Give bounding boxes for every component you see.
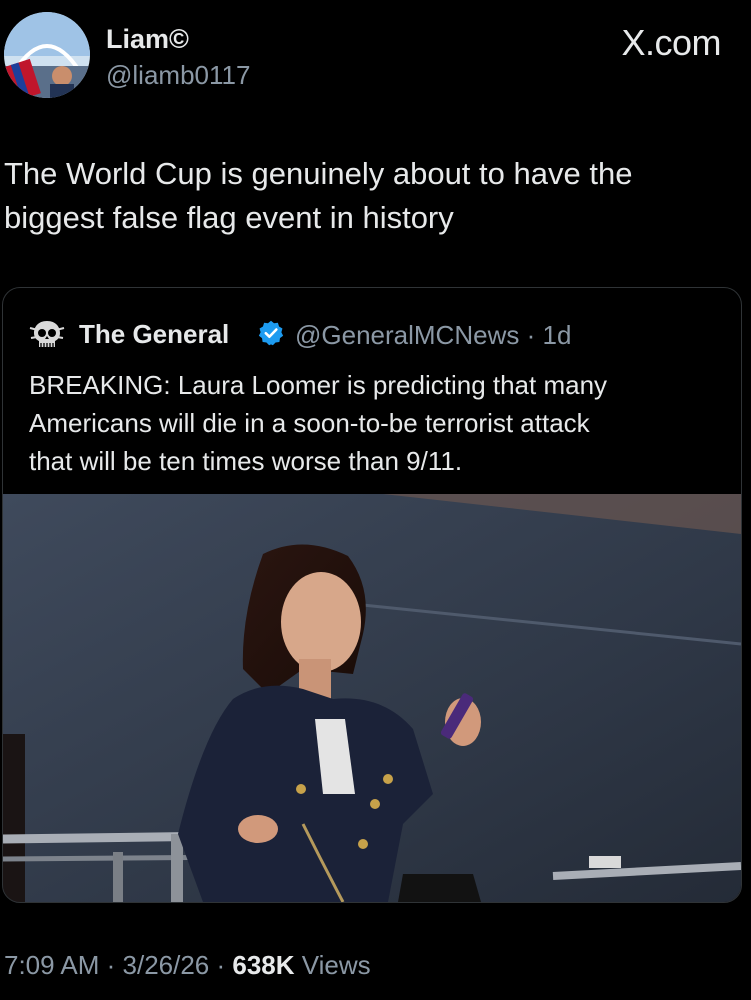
- verified-badge-icon: [257, 319, 285, 347]
- separator-dot: ·: [209, 950, 233, 980]
- quoted-text-line: BREAKING: Laura Loomer is predicting tha…: [29, 370, 608, 400]
- tweet-text: The World Cup is genuinely about to have…: [4, 152, 724, 240]
- tweet-text-line: The World Cup is genuinely about to have…: [4, 156, 633, 191]
- author-name[interactable]: Liam©: [106, 24, 189, 55]
- post-age[interactable]: 1d: [542, 320, 571, 350]
- views-label: Views: [294, 950, 371, 980]
- post-date[interactable]: 3/26/26: [123, 950, 210, 980]
- quoted-media-image[interactable]: [3, 494, 741, 902]
- quoted-text-line: that will be ten times worse than 9/11.: [29, 446, 463, 476]
- author-handle[interactable]: @liamb0117: [106, 60, 250, 91]
- tweet-text-line: biggest false flag event in history: [4, 200, 454, 235]
- quoted-author-name[interactable]: The General: [79, 319, 229, 350]
- avatar-image: [4, 12, 90, 98]
- brand-label: X.com: [621, 22, 721, 63]
- quoted-author-handle[interactable]: @GeneralMCNews: [295, 320, 519, 350]
- post-meta: 7:09 AM · 3/26/26 · 638K Views: [4, 950, 371, 981]
- quoted-text-line: Americans will die in a soon-to-be terro…: [29, 408, 590, 438]
- post-time[interactable]: 7:09 AM: [4, 950, 99, 980]
- avatar[interactable]: [4, 12, 90, 98]
- quoted-handle-line: @GeneralMCNews · 1d: [295, 320, 571, 351]
- separator-dot: ·: [99, 950, 123, 980]
- separator-dot: ·: [526, 320, 536, 350]
- views-count[interactable]: 638K: [232, 950, 294, 980]
- quoted-tweet-card[interactable]: The General @GeneralMCNews · 1d BREAKING…: [2, 287, 742, 903]
- quoted-tweet-text: BREAKING: Laura Loomer is predicting tha…: [29, 366, 719, 480]
- skull-logo-icon[interactable]: [29, 318, 65, 354]
